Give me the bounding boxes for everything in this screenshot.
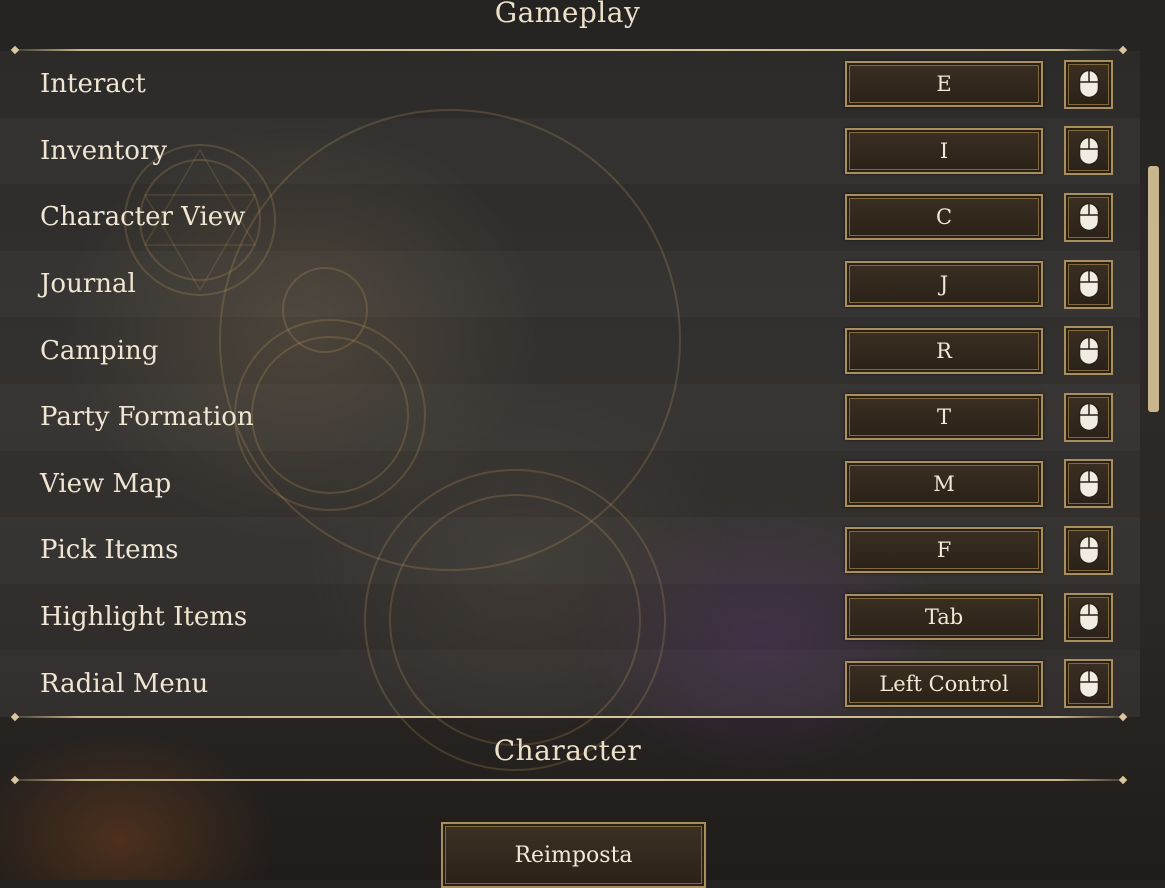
key-binding-button[interactable]: T — [845, 394, 1043, 441]
key-binding-button[interactable]: Tab — [845, 594, 1043, 641]
scrollbar-thumb[interactable] — [1148, 166, 1159, 412]
key-binding-button[interactable]: J — [845, 261, 1043, 308]
action-label: Party Formation — [40, 402, 254, 433]
keybind-row-camping: Camping R — [0, 317, 1140, 384]
mouse-icon — [1078, 602, 1099, 632]
key-binding-button[interactable]: Left Control — [845, 660, 1043, 707]
key-binding-button[interactable]: C — [845, 194, 1043, 241]
keybind-row-journal: Journal J — [0, 250, 1140, 318]
mouse-binding-button[interactable] — [1064, 392, 1113, 442]
key-binding-button[interactable]: E — [845, 61, 1043, 108]
mouse-binding-button[interactable] — [1064, 59, 1113, 109]
action-label: Journal — [40, 269, 136, 300]
keybind-row-pick-items: Pick Items F — [0, 517, 1140, 584]
mouse-binding-button[interactable] — [1064, 126, 1113, 176]
mouse-icon — [1078, 336, 1099, 365]
keybind-row-inventory: Inventory I — [0, 117, 1140, 185]
section-title-gameplay: Gameplay — [494, 0, 641, 29]
keybind-row-highlight-items: Highlight Items Tab — [0, 584, 1140, 651]
keybind-row-view-map: View Map M — [0, 451, 1140, 518]
keybind-row-party-formation: Party Formation T — [0, 383, 1140, 451]
reset-button[interactable]: Reimposta — [441, 822, 706, 888]
mouse-binding-button[interactable] — [1064, 259, 1113, 309]
keybind-row-character-view: Character View C — [0, 184, 1140, 251]
mouse-binding-button[interactable] — [1064, 525, 1113, 575]
section-divider — [14, 779, 1124, 781]
key-binding-button[interactable]: I — [845, 127, 1043, 174]
action-label: Camping — [40, 335, 159, 366]
mouse-binding-button[interactable] — [1064, 192, 1113, 242]
mouse-binding-button[interactable] — [1064, 326, 1113, 376]
mouse-icon — [1078, 536, 1099, 565]
mouse-icon — [1078, 203, 1099, 232]
section-divider — [14, 716, 1124, 718]
mouse-icon — [1078, 669, 1099, 698]
mouse-binding-button[interactable] — [1064, 459, 1113, 509]
key-binding-button[interactable]: F — [845, 527, 1043, 574]
action-label: Pick Items — [40, 535, 179, 566]
mouse-icon — [1078, 469, 1099, 499]
keybind-list: Interact E Inventory I Character View C … — [0, 51, 1140, 717]
section-title-character: Character — [493, 734, 642, 767]
action-label: Interact — [40, 69, 146, 100]
keybind-row-radial-menu: Radial Menu Left Control — [0, 650, 1140, 717]
action-label: Radial Menu — [40, 668, 209, 699]
mouse-binding-button[interactable] — [1064, 592, 1113, 642]
action-label: Character View — [40, 202, 246, 233]
mouse-icon — [1078, 403, 1099, 432]
mouse-icon — [1078, 269, 1099, 299]
key-binding-button[interactable]: R — [845, 327, 1043, 374]
mouse-binding-button[interactable] — [1064, 659, 1113, 709]
action-label: View Map — [40, 468, 172, 499]
action-label: Highlight Items — [40, 602, 248, 633]
action-label: Inventory — [40, 135, 168, 166]
key-binding-button[interactable]: M — [845, 460, 1043, 507]
keybind-row-interact: Interact E — [0, 51, 1140, 118]
mouse-icon — [1078, 70, 1099, 99]
mouse-icon — [1078, 136, 1099, 166]
